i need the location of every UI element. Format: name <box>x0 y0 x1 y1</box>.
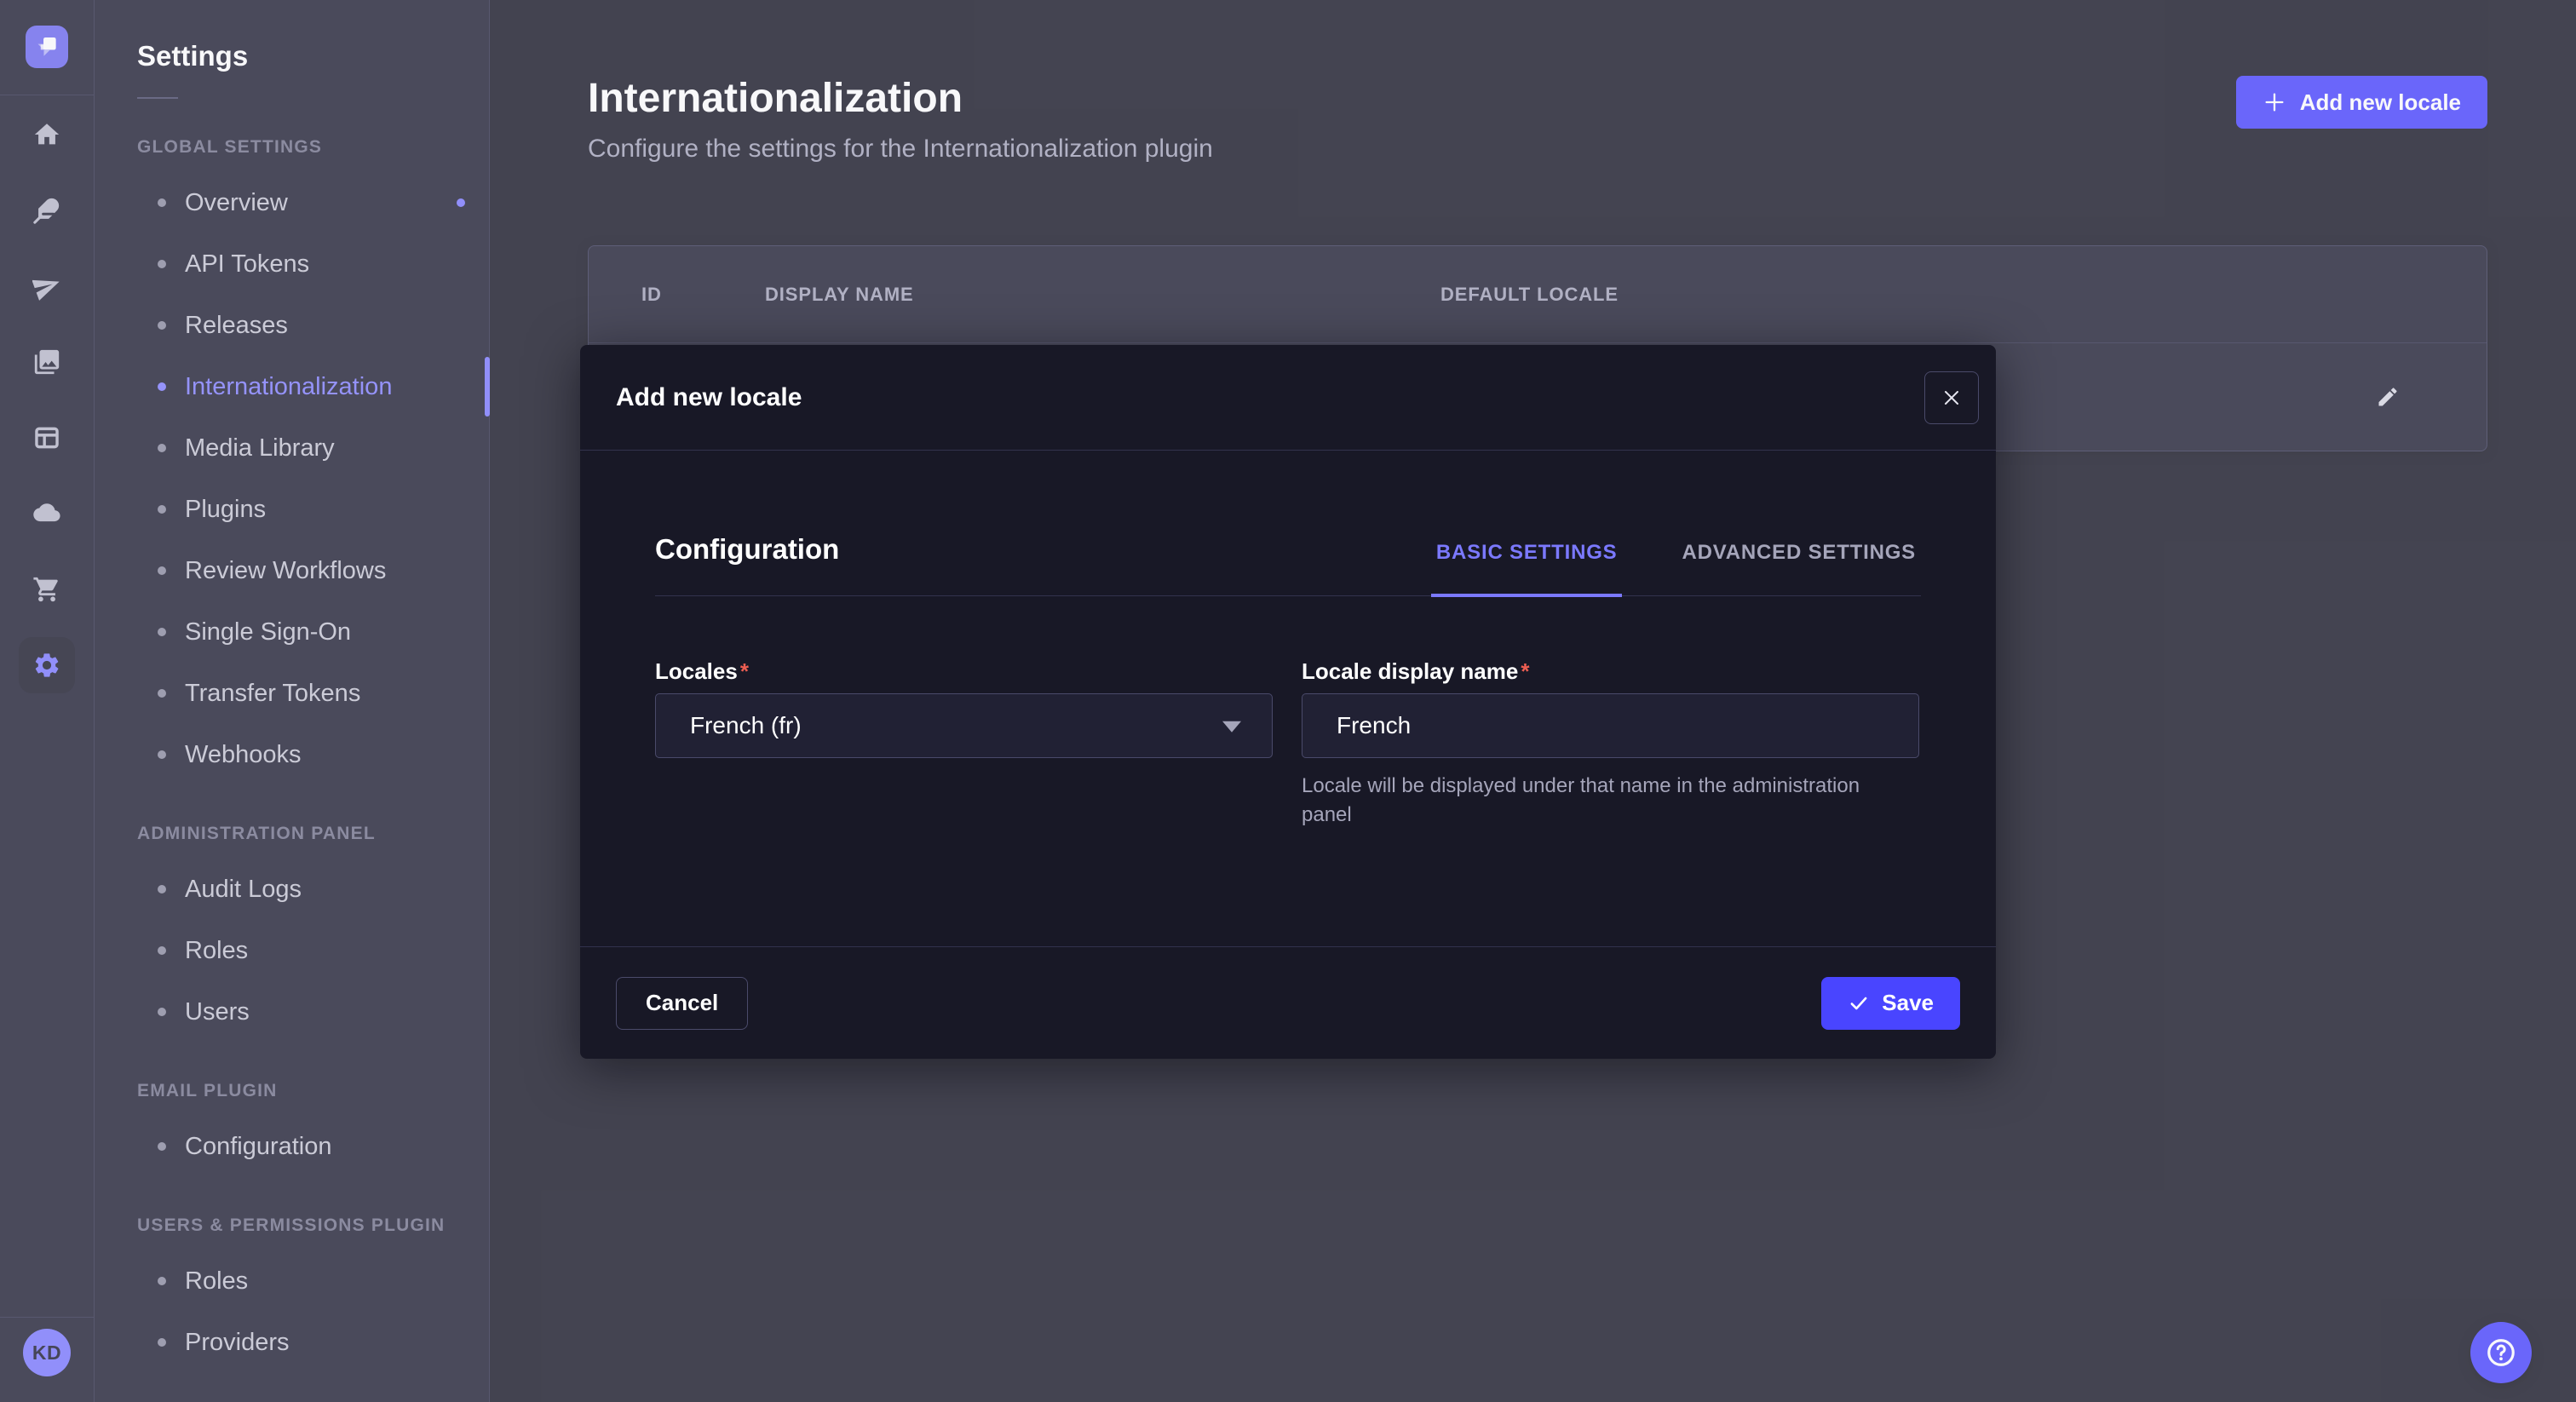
close-icon <box>1941 388 1962 408</box>
modal-title: Add new locale <box>616 383 802 412</box>
save-button[interactable]: Save <box>1821 977 1960 1030</box>
cancel-button[interactable]: Cancel <box>616 977 748 1030</box>
locales-select-value: French (fr) <box>690 712 802 739</box>
display-name-input[interactable] <box>1302 693 1919 758</box>
add-locale-modal: Add new locale Configuration BASIC SETTI… <box>580 345 1996 1059</box>
modal-header: Add new locale <box>580 345 1996 451</box>
chevron-down-icon <box>1222 721 1241 733</box>
locales-field: Locales* French (fr) <box>655 659 1273 830</box>
settings-tabs: BASIC SETTINGS ADVANCED SETTINGS <box>1431 541 1921 595</box>
required-asterisk: * <box>740 658 749 684</box>
settings-tab[interactable]: ADVANCED SETTINGS <box>1676 541 1921 597</box>
locales-label: Locales* <box>655 659 1273 683</box>
modal-body: Configuration BASIC SETTINGS ADVANCED SET… <box>580 532 1996 830</box>
display-name-field: Locale display name* Locale will be disp… <box>1302 659 1919 830</box>
form-fields-row: Locales* French (fr) Locale display name… <box>655 659 1921 830</box>
locales-select[interactable]: French (fr) <box>655 693 1273 758</box>
modal-footer: Cancel Save <box>580 946 1996 1059</box>
configuration-title: Configuration <box>655 532 839 595</box>
close-modal-button[interactable] <box>1924 371 1979 424</box>
display-name-label: Locale display name* <box>1302 659 1919 683</box>
configuration-header-row: Configuration BASIC SETTINGS ADVANCED SET… <box>655 532 1921 596</box>
required-asterisk: * <box>1521 658 1529 684</box>
check-icon <box>1848 992 1870 1014</box>
display-name-hint: Locale will be displayed under that name… <box>1302 772 1889 830</box>
settings-tab[interactable]: BASIC SETTINGS <box>1431 541 1623 597</box>
